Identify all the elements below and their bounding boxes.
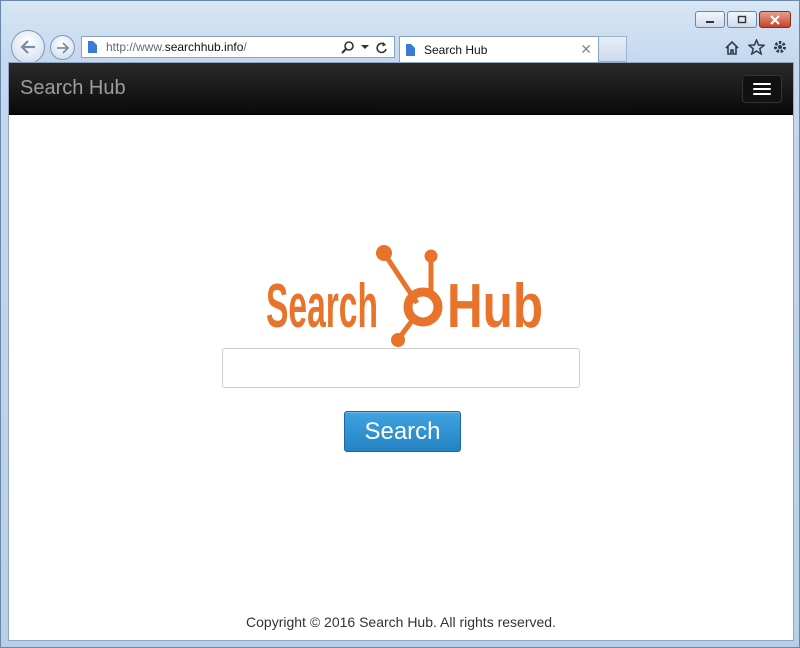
search-button[interactable]: Search: [344, 411, 461, 452]
search-hub-logo: Search Hub: [266, 245, 543, 347]
back-button[interactable]: [11, 30, 45, 64]
page-icon: [88, 41, 97, 53]
hamburger-icon-bar: [753, 87, 771, 90]
search-icon[interactable]: [341, 40, 355, 54]
logo-text-hub: Hub: [447, 272, 543, 341]
hamburger-icon-bar: [753, 92, 771, 95]
address-bar[interactable]: http://www.searchhub.info/: [81, 36, 395, 58]
menu-toggle-button[interactable]: [742, 74, 782, 103]
logo-text-search: Search: [266, 272, 378, 341]
forward-arrow-icon: [56, 41, 69, 54]
restore-button[interactable]: [727, 11, 757, 28]
site-navbar: Search Hub: [9, 63, 793, 115]
tab-title: Search Hub: [424, 42, 488, 57]
copyright-footer: Copyright © 2016 Search Hub. All rights …: [246, 614, 556, 630]
close-window-button[interactable]: [759, 11, 791, 28]
new-tab-button[interactable]: [599, 36, 627, 62]
refresh-icon[interactable]: [375, 41, 388, 54]
home-icon[interactable]: [723, 38, 741, 56]
dropdown-arrow-icon[interactable]: [361, 44, 369, 50]
url-text: http://www.searchhub.info/: [106, 40, 341, 54]
address-tools: [341, 40, 394, 54]
search-input[interactable]: [222, 348, 580, 388]
restore-icon: [737, 15, 747, 24]
tab-search-hub[interactable]: Search Hub ✕: [399, 36, 599, 62]
favorites-star-icon[interactable]: [747, 38, 765, 56]
window-controls: [695, 11, 791, 28]
hub-sprocket-icon: [376, 245, 443, 347]
close-icon: [770, 14, 780, 25]
url-scheme: http://www.: [106, 40, 165, 54]
url-path: /: [243, 40, 247, 54]
browser-window: http://www.searchhub.info/ Search Hub ✕ …: [0, 0, 800, 648]
forward-button[interactable]: [50, 35, 75, 60]
back-arrow-icon: [20, 40, 35, 54]
minimize-button[interactable]: [695, 11, 725, 28]
tab-page-icon: [406, 43, 415, 56]
minimize-icon: [706, 20, 714, 23]
site-brand[interactable]: Search Hub: [20, 77, 126, 100]
page-viewport: Search Hub Search Hub Search Copyright ©…: [8, 62, 794, 641]
tab-close-icon[interactable]: ✕: [580, 41, 592, 58]
settings-gear-icon[interactable]: [771, 38, 789, 56]
url-host: searchhub.info: [164, 40, 244, 54]
browser-toolbar: [723, 38, 789, 56]
hamburger-icon-bar: [753, 82, 771, 85]
